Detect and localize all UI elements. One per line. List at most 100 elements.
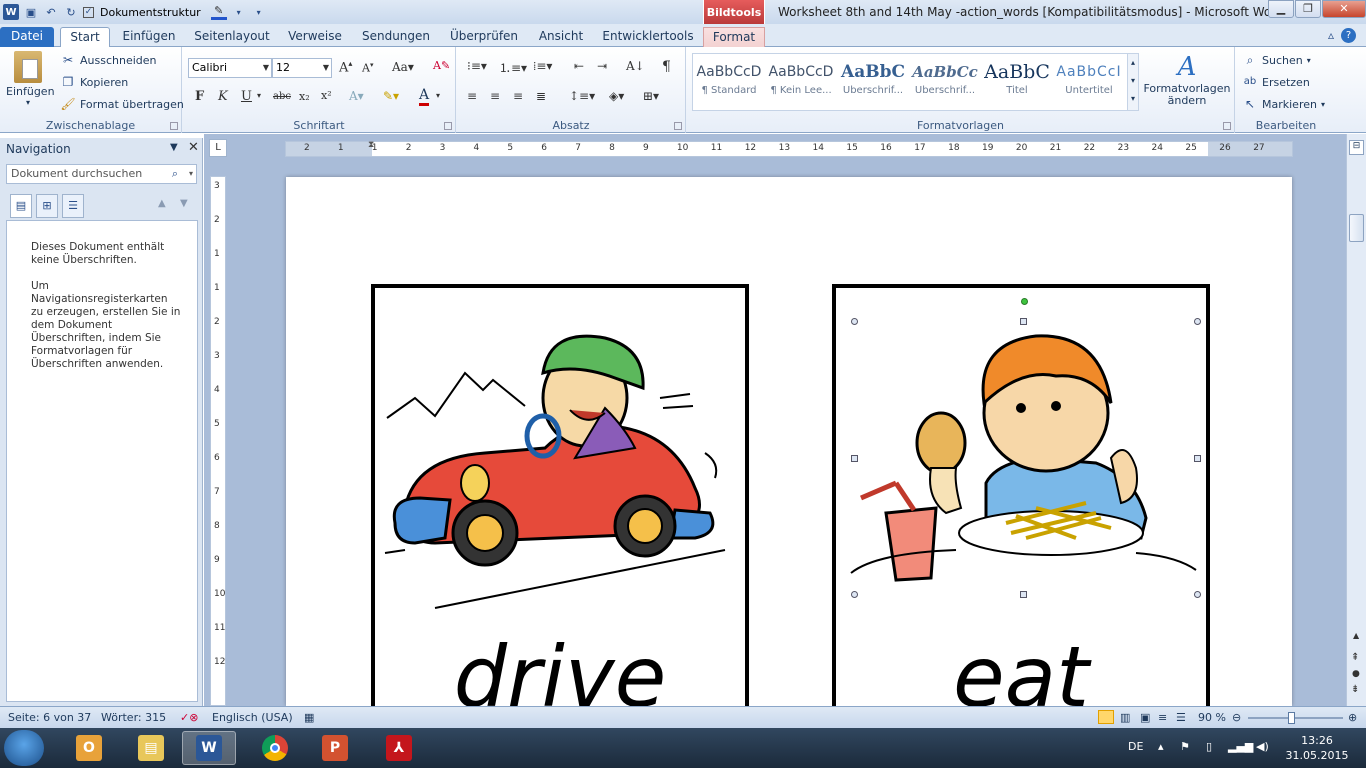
bullets-icon[interactable]: ⁝≡▾ (467, 59, 487, 73)
close-icon[interactable]: ✕ (188, 140, 199, 155)
selection-handle[interactable] (1194, 455, 1201, 462)
nav-menu-dropdown-icon[interactable]: ▼ (170, 142, 178, 153)
font-launcher-icon[interactable] (444, 122, 452, 130)
taskbar-chrome[interactable] (248, 731, 302, 765)
underline-dropdown-icon[interactable]: ▾ (257, 91, 261, 100)
rotate-handle[interactable] (1021, 298, 1028, 305)
language-indicator[interactable]: Englisch (USA) (212, 711, 293, 724)
proofing-icon[interactable]: ✓⊗ (180, 711, 198, 724)
document-page[interactable]: drive eat (286, 177, 1292, 726)
selection-handle[interactable] (851, 455, 858, 462)
show-hidden-icons-icon[interactable]: ▴ (1158, 740, 1164, 753)
change-case-icon[interactable]: Aa▾ (392, 60, 414, 74)
scroll-thumb[interactable] (1349, 214, 1364, 242)
style-title[interactable]: AaBbC Titel (982, 55, 1052, 109)
font-color-icon[interactable]: A (419, 87, 430, 106)
close-button[interactable]: ✕ (1322, 0, 1366, 18)
nav-tab-pages[interactable]: ⊞ (36, 194, 58, 218)
tab-format[interactable]: Format (703, 27, 765, 47)
document-structure-label[interactable]: Dokumentstruktur (100, 6, 201, 19)
increase-indent-icon[interactable]: ⇥ (597, 59, 607, 73)
multilevel-list-icon[interactable]: ⁞≡▾ (533, 59, 552, 74)
search-icon[interactable]: ⌕ (172, 165, 178, 183)
web-layout-view-icon[interactable]: ▣ (1140, 711, 1150, 724)
keyboard-language[interactable]: DE (1128, 740, 1143, 753)
taskbar-acrobat[interactable]: ⅄ (372, 731, 426, 765)
tab-view[interactable]: Ansicht (535, 27, 587, 47)
help-icon[interactable]: ? (1341, 28, 1356, 43)
battery-icon[interactable]: ▯ (1206, 740, 1212, 753)
tab-developer[interactable]: Entwicklertools (602, 27, 694, 47)
next-heading-icon[interactable]: ▼ (180, 198, 188, 209)
taskbar-outlook[interactable]: O (62, 731, 116, 765)
highlight-icon[interactable]: ✎▾ (383, 89, 399, 103)
line-spacing-icon[interactable]: ↕≡▾ (569, 89, 595, 103)
zoom-out-icon[interactable]: ⊖ (1232, 711, 1241, 724)
taskbar-powerpoint[interactable]: P (308, 731, 362, 765)
styles-scroll[interactable]: ▴ ▾ ▾ (1127, 53, 1139, 111)
align-left-icon[interactable]: ≡ (467, 89, 477, 103)
tab-mailings[interactable]: Sendungen (360, 27, 432, 47)
macro-record-icon[interactable]: ▦ (304, 711, 314, 724)
replace-button[interactable]: ab Ersetzen (1242, 74, 1310, 90)
browse-object-icon[interactable]: ● (1352, 669, 1360, 679)
word-count[interactable]: Wörter: 315 (101, 711, 166, 724)
selection-handle[interactable] (1194, 591, 1201, 598)
styles-launcher-icon[interactable] (1223, 122, 1231, 130)
print-layout-view-icon[interactable] (1098, 710, 1114, 724)
network-icon[interactable]: ▂▄▆ (1228, 740, 1253, 753)
selection-handle[interactable] (1020, 318, 1027, 325)
find-button[interactable]: ⌕ Suchen ▾ (1242, 52, 1311, 68)
style-subtitle[interactable]: AaBbCcI Untertitel (1054, 55, 1124, 109)
search-input[interactable]: Dokument durchsuchen ⌕ ▾ (6, 164, 197, 184)
justify-icon[interactable]: ≣ (536, 89, 546, 103)
zoom-level[interactable]: 90 % (1198, 711, 1226, 724)
minimize-button[interactable]: ▁ (1268, 0, 1294, 18)
save-icon[interactable]: ▣ (23, 4, 39, 20)
selection-handle[interactable] (1194, 318, 1201, 325)
outline-view-icon[interactable]: ≡ (1158, 711, 1167, 724)
font-size-combo[interactable]: 12 ▼ (272, 58, 332, 78)
decrease-indent-icon[interactable]: ⇤ (574, 59, 584, 73)
strikethrough-button[interactable]: abc (273, 91, 291, 102)
prev-heading-icon[interactable]: ▲ (158, 198, 166, 209)
paste-button[interactable]: Einfügen ▾ (6, 51, 55, 107)
next-page-icon[interactable]: ⇟ (1351, 684, 1359, 695)
restore-button[interactable]: ❐ (1295, 0, 1321, 18)
style-heading2[interactable]: AaBbCc Überschrif... (910, 55, 980, 109)
tab-selector[interactable]: L (209, 139, 227, 157)
superscript-button[interactable]: x² (321, 89, 332, 102)
cut-button[interactable]: ✂ Ausschneiden (60, 52, 157, 68)
shading-icon[interactable]: ◈▾ (609, 89, 624, 103)
search-options-icon[interactable]: ▾ (189, 165, 193, 183)
selection-handle[interactable] (851, 591, 858, 598)
scroll-up-icon[interactable]: ▲ (1353, 631, 1359, 640)
clock[interactable]: 13:26 31.05.2015 (1282, 733, 1352, 763)
draft-view-icon[interactable]: ☰ (1176, 711, 1186, 724)
italic-button[interactable]: K (218, 89, 228, 104)
borders-icon[interactable]: ⊞▾ (643, 89, 659, 103)
font-color-icon[interactable]: ✎ (210, 4, 227, 20)
eating-boy-illustration[interactable] (836, 288, 1206, 618)
action-center-icon[interactable]: ⚑ (1180, 740, 1190, 753)
clear-formatting-icon[interactable]: A✎ (433, 59, 450, 72)
show-formatting-marks-icon[interactable]: ¶ (662, 59, 671, 75)
text-effects-icon[interactable]: A▾ (349, 89, 364, 103)
tab-review[interactable]: Überprüfen (448, 27, 520, 47)
select-button[interactable]: ↖ Markieren ▾ (1242, 96, 1325, 112)
word-app-icon[interactable]: W (3, 4, 19, 20)
paragraph-launcher-icon[interactable] (674, 122, 682, 130)
font-color-dropdown-icon[interactable]: ▾ (436, 91, 440, 100)
clipboard-launcher-icon[interactable] (170, 122, 178, 130)
redo-icon[interactable]: ↻ (63, 4, 79, 20)
align-right-icon[interactable]: ≡ (513, 89, 523, 103)
taskbar-explorer[interactable]: ▤ (124, 731, 178, 765)
dropdown-icon[interactable]: ▾ (231, 4, 247, 20)
volume-icon[interactable]: ◀) (1256, 740, 1269, 753)
customize-toolbar-icon[interactable]: ▾ (251, 4, 267, 20)
tab-insert[interactable]: Einfügen (118, 27, 180, 47)
numbering-icon[interactable]: ⒈≡▾ (499, 59, 527, 76)
zoom-slider[interactable] (1248, 717, 1343, 719)
tab-file[interactable]: Datei (0, 27, 54, 47)
underline-button[interactable]: U (241, 89, 252, 104)
